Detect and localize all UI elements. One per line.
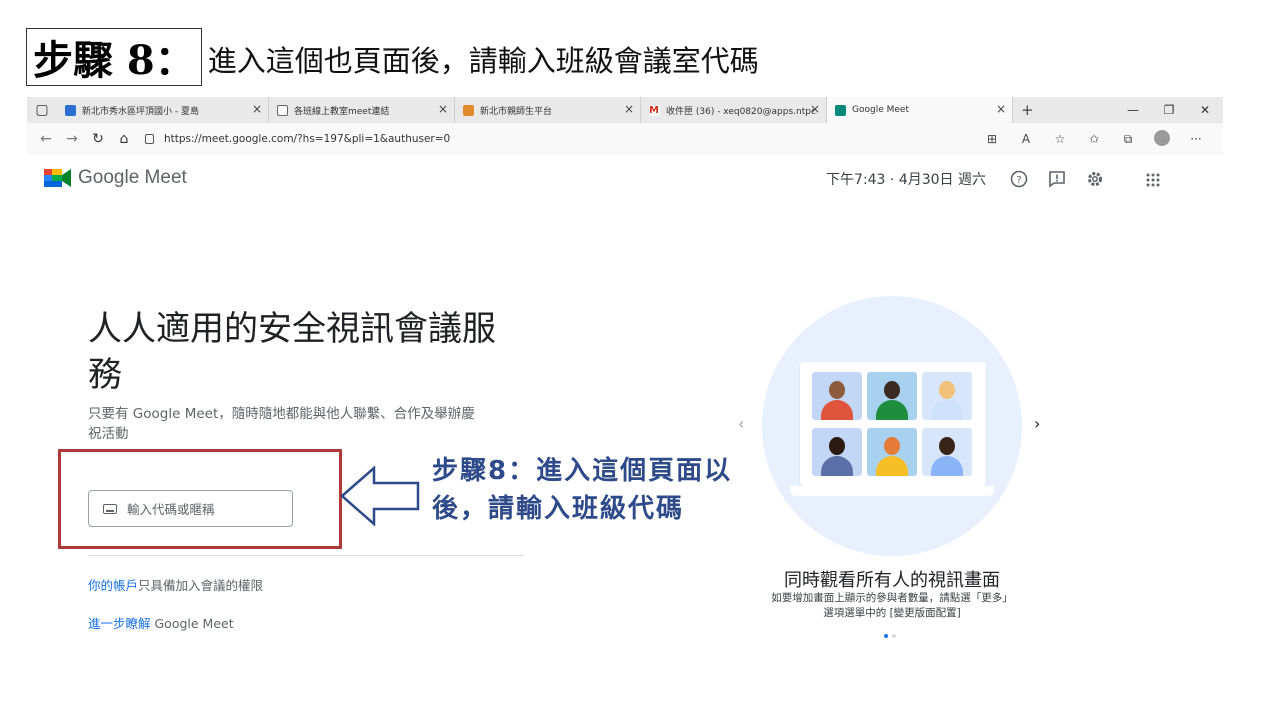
participant-tile — [867, 428, 917, 476]
carousel-title: 同時觀看所有人的視訊畫面 — [784, 570, 1000, 591]
close-window-icon[interactable]: ✕ — [1187, 97, 1223, 123]
carousel-dot-active[interactable] — [884, 634, 888, 638]
tab-label: 新北市秀水區坪頂國小 - 夏島 — [82, 106, 199, 117]
account-link[interactable]: 你的帳戶 — [88, 578, 138, 593]
close-tab-icon[interactable]: × — [810, 102, 820, 116]
date-time: 下午7:43 · 4月30日 週六 — [826, 172, 986, 188]
svg-text:?: ? — [1016, 175, 1021, 186]
school-icon — [463, 104, 474, 116]
step-description: 進入這個也頁面後，請輸入班級會議室代碼 — [207, 44, 759, 78]
favorites-icon[interactable]: ✩ — [1077, 132, 1111, 146]
meeting-code-placeholder: 輸入代碼或暱稱 — [127, 502, 215, 517]
minimize-icon[interactable]: — — [1115, 97, 1151, 123]
annotation-line-1: 步驟8：進入這個頁面以 — [432, 456, 733, 486]
help-icon[interactable]: ? — [1000, 170, 1038, 189]
tab-parent-platform[interactable]: 新北市親師生平台 × — [455, 97, 641, 123]
document-icon — [277, 104, 288, 116]
url-text: https://meet.google.com/?hs=197&pli=1&au… — [164, 133, 451, 145]
meet-logo-icon — [44, 166, 72, 190]
tab-actions-icon[interactable]: ▢ — [27, 102, 57, 118]
carousel-dot[interactable] — [892, 634, 896, 638]
participant-tile — [812, 372, 862, 420]
divider — [88, 555, 524, 556]
brand-name: Google Meet — [78, 167, 187, 188]
address-bar-row: ← → ↻ ⌂ https://meet.google.com/?hs=197&… — [27, 123, 1223, 155]
tab-label: 收件匣 (36) - xeq0820@apps.ntpc — [666, 106, 816, 117]
keyboard-icon — [103, 503, 117, 514]
learn-more: 進一步瞭解 Google Meet — [88, 613, 234, 632]
new-tab-button[interactable]: + — [1021, 101, 1034, 119]
collections-icon[interactable]: ⧉ — [1111, 132, 1145, 147]
tab-label: Google Meet — [852, 105, 909, 115]
close-tab-icon[interactable]: × — [252, 102, 262, 116]
meet-header-actions: 下午7:43 · 4月30日 週六 ? — [826, 166, 1172, 192]
page-headline: 人人適用的安全視訊會議服務 — [88, 310, 496, 394]
tab-label: 新北市親師生平台 — [480, 106, 553, 117]
participant-tile — [922, 372, 972, 420]
browser-toolbar: ⊞ A ☆ ✩ ⧉ ··· — [975, 123, 1213, 155]
feedback-icon[interactable] — [1038, 170, 1076, 189]
google-meet-logo[interactable]: Google Meet — [44, 166, 187, 190]
participant-tile — [812, 428, 862, 476]
account-notice: 你的帳戶只具備加入會議的權限 — [88, 575, 263, 594]
meeting-code-input[interactable]: 輸入代碼或暱稱 — [88, 490, 293, 527]
close-tab-icon[interactable]: × — [624, 102, 634, 116]
url-field[interactable]: https://meet.google.com/?hs=197&pli=1&au… — [145, 133, 450, 145]
close-tab-icon[interactable]: × — [996, 102, 1006, 116]
tab-bar: ▢ 新北市秀水區坪頂國小 - 夏島 × 各班線上教室meet連結 × 新北市親師… — [27, 97, 1223, 123]
tab-school-site[interactable]: 新北市秀水區坪頂國小 - 夏島 × — [57, 97, 269, 123]
carousel-description-line-1: 如要增加畫面上顯示的參與者數量，請點選「更多」 — [771, 592, 1013, 604]
gmail-icon: M — [649, 104, 660, 116]
more-icon[interactable]: ··· — [1179, 132, 1213, 146]
apps-grid-icon[interactable] — [1134, 170, 1172, 188]
participant-tile — [867, 372, 917, 420]
laptop-base — [790, 486, 994, 496]
refresh-icon[interactable]: ↻ — [85, 131, 111, 147]
add-favorite-icon[interactable]: ☆ — [1043, 132, 1077, 146]
bing-icon — [65, 104, 76, 116]
carousel-dots — [884, 634, 900, 638]
close-tab-icon[interactable]: × — [438, 102, 448, 116]
settings-gear-icon[interactable] — [1076, 170, 1114, 189]
carousel-description-line-2: 選項選單中的 [變更版面配置] — [823, 607, 961, 619]
browser-window: ▢ 新北市秀水區坪頂國小 - 夏島 × 各班線上教室meet連結 × 新北市親師… — [27, 97, 1223, 155]
participant-tile — [922, 428, 972, 476]
account-notice-text: 只具備加入會議的權限 — [138, 578, 264, 593]
left-arrow-icon — [340, 466, 420, 526]
tab-label: 各班線上教室meet連結 — [294, 106, 390, 117]
carousel-next-icon[interactable]: › — [1034, 414, 1040, 433]
tab-gmail[interactable]: M 收件匣 (36) - xeq0820@apps.ntpc × — [641, 97, 827, 123]
apps-icon[interactable]: ⊞ — [975, 132, 1009, 146]
annotation-line-2: 後，請輸入班級代碼 — [432, 494, 685, 524]
forward-icon[interactable]: → — [59, 131, 85, 147]
tab-meet-links[interactable]: 各班線上教室meet連結 × — [269, 97, 455, 123]
page-subtext: 只要有 Google Meet，隨時隨地都能與他人聯繫、合作及舉辦慶祝活動 — [88, 406, 475, 442]
step-label: 步驟 8： — [26, 28, 202, 86]
tab-google-meet[interactable]: Google Meet × — [827, 97, 1013, 123]
carousel-description: 如要增加畫面上顯示的參與者數量，請點選「更多」 選項選單中的 [變更版面配置] — [752, 591, 1032, 621]
window-controls: — ❐ ✕ — [1115, 97, 1223, 123]
step-title: 步驟 8： 進入這個也頁面後，請輸入班級會議室代碼 — [26, 28, 759, 86]
lock-icon — [145, 134, 154, 144]
learn-more-link[interactable]: 進一步瞭解 — [88, 616, 151, 631]
learn-more-text: Google Meet — [150, 616, 234, 631]
home-icon[interactable]: ⌂ — [111, 131, 137, 147]
annotation-text: 步驟8：進入這個頁面以 後，請輸入班級代碼 — [432, 452, 762, 528]
profile-icon[interactable] — [1145, 129, 1179, 149]
read-aloud-icon[interactable]: A — [1009, 132, 1043, 146]
back-icon[interactable]: ← — [33, 131, 59, 147]
restore-icon[interactable]: ❐ — [1151, 97, 1187, 123]
laptop-illustration — [800, 362, 986, 486]
meet-icon — [835, 104, 846, 116]
carousel-prev-icon[interactable]: ‹ — [738, 414, 744, 433]
